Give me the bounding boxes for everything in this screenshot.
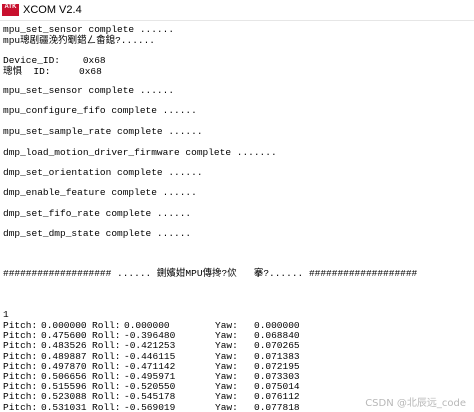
log-line: ################### ...... 鍘嬪姏MPU傳搀?佽 搴?… (3, 268, 418, 279)
log-line: dmp_enable_feature complete ...... (3, 187, 197, 198)
data-cell-yaw: 0.077818 (254, 401, 300, 412)
csdn-watermark: CSDN @北辰远_code (365, 398, 466, 409)
log-line: dmp_set_fifo_rate complete ...... (3, 208, 192, 219)
receive-text-area[interactable]: mpu_set_sensor complete ...... mpu璁剧疆浼犳劅… (0, 21, 474, 412)
log-line: dmp_set_dmp_state complete ...... (3, 228, 192, 239)
data-cell-pitch: 0.531031 (41, 401, 87, 412)
log-line: mpu_set_sensor complete ...... (3, 24, 175, 35)
window-title: XCOM V2.4 (23, 4, 82, 16)
app-logo-icon: ATK (2, 4, 19, 16)
log-line: dmp_load_motion_driver_firmware complete… (3, 147, 277, 158)
log-line: 璁惧 ID: 0x68 (3, 66, 102, 77)
log-line: mpu_set_sensor complete ...... (3, 85, 175, 96)
log-line: 1 (3, 309, 9, 320)
data-cell-pitch-label: Pitch: (3, 401, 38, 412)
data-cell-roll-label: Roll: (92, 401, 121, 412)
title-bar: ATK XCOM V2.4 (0, 0, 474, 21)
log-line: mpu_configure_fifo complete ...... (3, 105, 197, 116)
log-line: mpu璁剧疆浼犳劅鍣ㄥ畬鎴?...... (3, 35, 156, 46)
log-line: mpu_set_sample_rate complete ...... (3, 126, 203, 137)
data-cell-yaw-label: Yaw: (215, 401, 238, 412)
data-cell-roll: -0.569019 (124, 401, 176, 412)
log-line: dmp_set_orientation complete ...... (3, 167, 203, 178)
log-line: Device_ID: 0x68 (3, 55, 106, 66)
